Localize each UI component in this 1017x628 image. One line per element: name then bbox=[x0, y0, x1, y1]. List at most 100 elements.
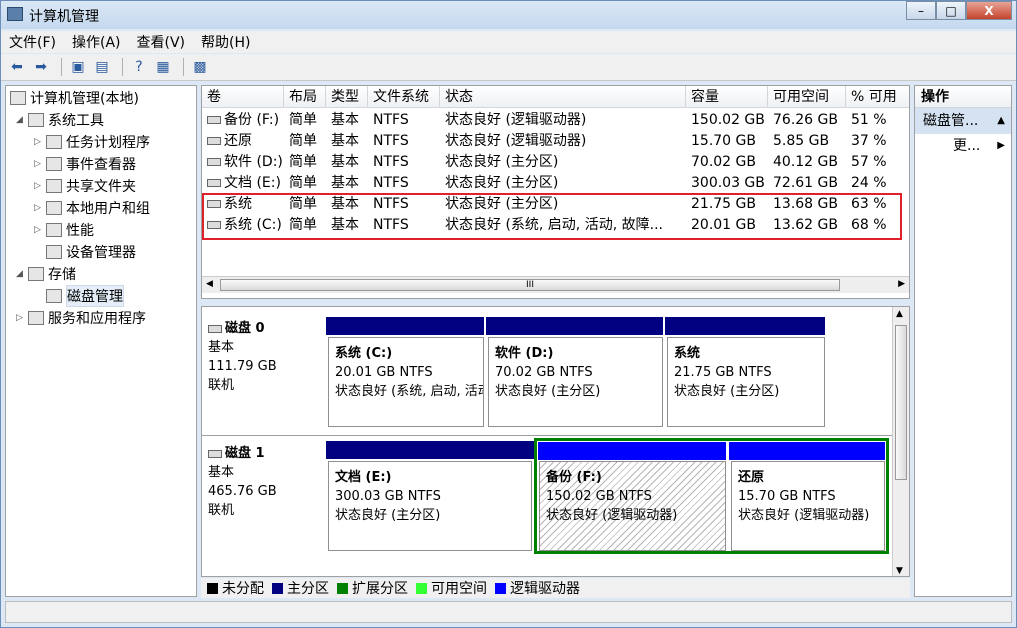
collapse-up-icon[interactable]: ▲ bbox=[997, 108, 1005, 134]
properties-icon[interactable]: ▦ bbox=[153, 58, 173, 76]
services-icon bbox=[28, 311, 44, 325]
maximize-button[interactable]: □ bbox=[936, 1, 966, 20]
table-cell: 300.03 GB bbox=[691, 175, 765, 191]
partition-d[interactable]: 软件 (D:) 70.02 GB NTFS 状态良好 (主分区) bbox=[488, 337, 663, 427]
table-row[interactable]: 还原 简单 基本 NTFS 状态良好 (逻辑驱动器) 15.70 GB 5.85 GB 37 … bbox=[202, 131, 909, 152]
forward-arrow-icon[interactable]: ➡ bbox=[31, 58, 51, 76]
partition-restore[interactable]: 还原 15.70 GB NTFS 状态良好 (逻辑驱动器) bbox=[731, 461, 885, 551]
scroll-thumb[interactable] bbox=[895, 325, 907, 480]
table-cell: 状态良好 (逻辑驱动器) bbox=[445, 112, 587, 128]
tree-item-local-users[interactable]: ▷ 本地用户和组 bbox=[34, 198, 150, 218]
back-arrow-icon[interactable]: ⬅ bbox=[7, 58, 27, 76]
table-cell: 状态良好 (逻辑驱动器) bbox=[445, 133, 587, 149]
scroll-thumb[interactable]: III bbox=[220, 279, 840, 291]
table-cell: 软件 (D:) bbox=[202, 152, 284, 173]
table-cell: 70.02 GB bbox=[691, 154, 756, 170]
disk-1-info[interactable]: 磁盘 1 基本 465.76 GB 联机 bbox=[208, 444, 277, 520]
settings-icon[interactable]: ▩ bbox=[190, 58, 210, 76]
tree-item-task-scheduler[interactable]: ▷ 任务计划程序 bbox=[34, 132, 150, 152]
scroll-right-icon[interactable]: ▶ bbox=[898, 279, 905, 289]
tree-item-shared-folders[interactable]: ▷ 共享文件夹 bbox=[34, 176, 136, 196]
tree-item-services-apps[interactable]: ▷ 服务和应用程序 bbox=[16, 308, 146, 328]
volume-icon bbox=[207, 116, 221, 124]
table-cell: NTFS bbox=[373, 112, 409, 128]
tree-item-device-manager[interactable]: 设备管理器 bbox=[46, 242, 136, 262]
actions-pane: 操作 磁盘管... ▲ 更... ▶ bbox=[914, 85, 1012, 597]
tree-item-disk-management[interactable]: 磁盘管理 bbox=[46, 285, 124, 307]
table-cell: 76.26 GB bbox=[773, 112, 838, 128]
computer-icon bbox=[10, 91, 26, 105]
table-cell: 状态良好 (主分区) bbox=[445, 154, 559, 170]
show-hide-tree-icon[interactable]: ▤ bbox=[92, 58, 112, 76]
table-cell: 37 % bbox=[851, 133, 887, 149]
tree-item-performance[interactable]: ▷ 性能 bbox=[34, 220, 94, 240]
table-cell: 简单 bbox=[289, 112, 317, 128]
table-cell: 备份 (F:) bbox=[202, 110, 284, 131]
actions-disk-management[interactable]: 磁盘管... ▲ bbox=[915, 108, 1011, 134]
legend-unallocated: 未分配 bbox=[207, 578, 264, 598]
table-cell: 基本 bbox=[331, 133, 359, 149]
disk-icon bbox=[208, 324, 222, 333]
table-row[interactable]: 文档 (E:) 简单 基本 NTFS 状态良好 (主分区) 300.03 GB 72.61 … bbox=[202, 173, 909, 194]
col-capacity[interactable]: 容量 bbox=[686, 86, 768, 108]
event-viewer-icon bbox=[46, 157, 62, 171]
partition-f[interactable]: 备份 (F:) 150.02 GB NTFS 状态良好 (逻辑驱动器) bbox=[539, 461, 726, 551]
toolbar: ⬅ ➡ ▣ ▤ ? ▦ ▩ bbox=[1, 54, 1016, 81]
table-cell: 简单 bbox=[289, 133, 317, 149]
table-cell: 简单 bbox=[289, 154, 317, 170]
performance-icon bbox=[46, 223, 62, 237]
table-cell: 文档 (E:) bbox=[202, 173, 284, 194]
menu-file[interactable]: 文件(F) bbox=[9, 32, 56, 52]
col-type[interactable]: 类型 bbox=[326, 86, 368, 108]
window-title: 计算机管理 bbox=[29, 9, 99, 25]
tree-item-storage[interactable]: ◢ 存储 bbox=[16, 264, 76, 284]
vertical-scrollbar[interactable]: ▲ ▼ bbox=[892, 307, 909, 576]
tree-item-computer-management[interactable]: 计算机管理(本地) bbox=[10, 88, 139, 108]
up-folder-icon[interactable]: ▣ bbox=[68, 58, 88, 76]
disk-icon bbox=[208, 449, 222, 458]
title-bar: 计算机管理 – □ X bbox=[1, 1, 1016, 29]
col-status[interactable]: 状态 bbox=[440, 86, 686, 108]
menu-bar: 文件(F) 操作(A) 查看(V) 帮助(H) bbox=[1, 31, 1016, 53]
partition-e[interactable]: 文档 (E:) 300.03 GB NTFS 状态良好 (主分区) bbox=[328, 461, 532, 551]
scroll-left-icon[interactable]: ◀ bbox=[206, 279, 213, 289]
scroll-down-icon[interactable]: ▼ bbox=[896, 566, 903, 576]
col-filesystem[interactable]: 文件系统 bbox=[368, 86, 440, 108]
menu-action[interactable]: 操作(A) bbox=[72, 32, 121, 52]
submenu-arrow-icon: ▶ bbox=[997, 140, 1005, 151]
tools-icon bbox=[28, 113, 44, 127]
close-button[interactable]: X bbox=[966, 1, 1012, 20]
table-cell: 40.12 GB bbox=[773, 154, 838, 170]
table-cell: 状态良好 (主分区) bbox=[445, 175, 559, 191]
col-volume[interactable]: 卷 bbox=[202, 86, 284, 108]
table-row[interactable]: 软件 (D:) 简单 基本 NTFS 状态良好 (主分区) 70.02 GB 40.12 G… bbox=[202, 152, 909, 173]
selection-highlight-box bbox=[202, 193, 902, 240]
legend-free-space: 可用空间 bbox=[416, 578, 487, 598]
tree-item-system-tools[interactable]: ◢ 系统工具 bbox=[16, 110, 104, 130]
volume-list: 卷 布局 类型 文件系统 状态 容量 可用空间 % 可用 备份 (F:) 简单 基本… bbox=[201, 85, 910, 299]
users-icon bbox=[46, 201, 62, 215]
help-icon[interactable]: ? bbox=[129, 58, 149, 76]
legend-extended: 扩展分区 bbox=[337, 578, 408, 598]
menu-help[interactable]: 帮助(H) bbox=[201, 32, 250, 52]
partition-system[interactable]: 系统 21.75 GB NTFS 状态良好 (主分区) bbox=[667, 337, 825, 427]
tree-item-event-viewer[interactable]: ▷ 事件查看器 bbox=[34, 154, 136, 174]
computer-management-window: 计算机管理 – □ X 文件(F) 操作(A) 查看(V) 帮助(H) ⬅ ➡ … bbox=[0, 0, 1017, 628]
disk-0-info[interactable]: 磁盘 0 基本 111.79 GB 联机 bbox=[208, 319, 277, 395]
col-layout[interactable]: 布局 bbox=[284, 86, 326, 108]
table-cell: 5.85 GB bbox=[773, 133, 830, 149]
col-free-space[interactable]: 可用空间 bbox=[768, 86, 846, 108]
actions-more[interactable]: 更... ▶ bbox=[915, 134, 1011, 158]
clock-icon bbox=[46, 135, 62, 149]
horizontal-scrollbar[interactable]: ◀ III ▶ bbox=[202, 276, 909, 293]
col-percent-free[interactable]: % 可用 bbox=[846, 86, 909, 108]
scroll-up-icon[interactable]: ▲ bbox=[896, 309, 903, 319]
menu-view[interactable]: 查看(V) bbox=[137, 32, 186, 52]
partition-legend: 未分配 主分区 扩展分区 可用空间 逻辑驱动器 bbox=[201, 578, 910, 598]
table-cell: 基本 bbox=[331, 175, 359, 191]
minimize-button[interactable]: – bbox=[906, 1, 936, 20]
table-row[interactable]: 备份 (F:) 简单 基本 NTFS 状态良好 (逻辑驱动器) 150.02 GB 76.2… bbox=[202, 110, 909, 131]
partition-c[interactable]: 系统 (C:) 20.01 GB NTFS 状态良好 (系统, 启动, 活动, … bbox=[328, 337, 484, 427]
volume-icon bbox=[207, 137, 221, 145]
table-cell: NTFS bbox=[373, 154, 409, 170]
